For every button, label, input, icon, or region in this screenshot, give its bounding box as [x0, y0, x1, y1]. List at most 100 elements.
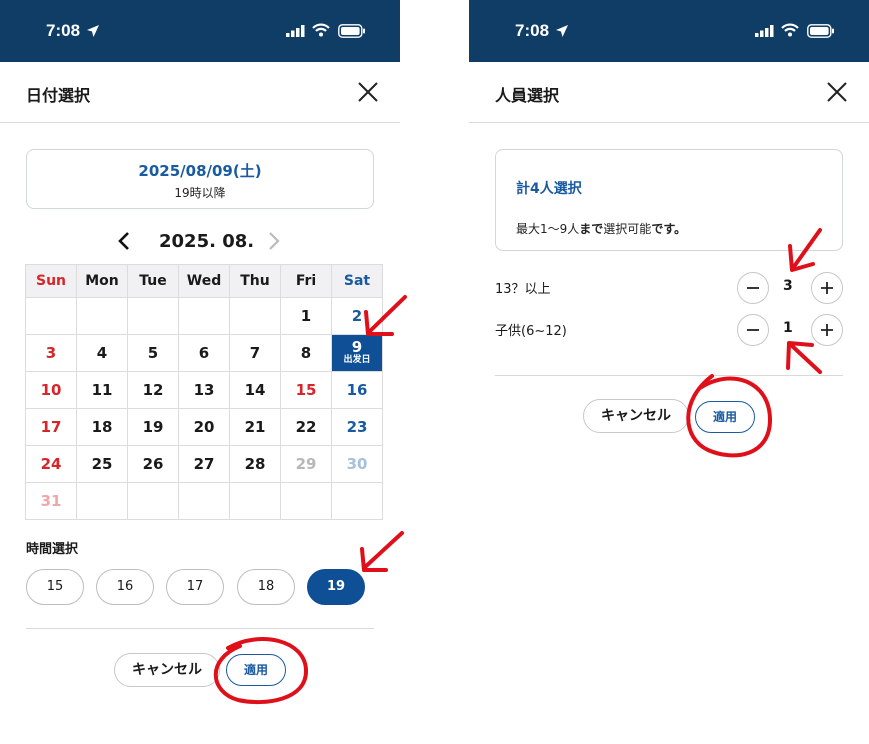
calendar-day[interactable]: 1 — [280, 297, 332, 335]
people-select-screen: 7:08 人員選択 計4人選択 最大1〜9人まで選択可能です。 13？以上 3 … — [469, 0, 869, 744]
close-icon[interactable] — [356, 80, 380, 104]
calendar-day — [127, 482, 179, 520]
chevron-right-icon[interactable] — [268, 232, 280, 250]
time-option-18[interactable]: 18 — [237, 569, 295, 605]
calendar-day[interactable]: 10 — [25, 371, 77, 409]
calendar-day[interactable]: 7 — [229, 334, 281, 372]
calendar-day[interactable]: 11 — [76, 371, 128, 409]
calendar-day[interactable]: 27 — [178, 445, 230, 483]
weekday-header: Sat — [331, 264, 383, 298]
cellular-signal-icon — [286, 25, 305, 37]
wifi-icon — [781, 23, 799, 37]
calendar-day[interactable]: 25 — [76, 445, 128, 483]
calendar-day — [25, 297, 77, 335]
calendar-day — [280, 482, 332, 520]
divider — [495, 375, 843, 376]
selected-date: 2025/08/09(土) — [138, 162, 262, 180]
selected-date-summary: 2025/08/09(土) 19時以降 — [26, 149, 374, 209]
status-bar: 7:08 — [0, 0, 400, 62]
calendar-day-selected[interactable]: 9 出发日 — [331, 334, 383, 372]
child-label: 子供(6~12) — [495, 324, 567, 339]
adult-count: 3 — [783, 278, 793, 294]
weekday-header: Fri — [280, 264, 332, 298]
calendar-day[interactable]: 24 — [25, 445, 77, 483]
time-options: 15 16 17 18 19 — [26, 569, 376, 605]
calendar-day[interactable]: 15 — [280, 371, 332, 409]
calendar-day — [76, 297, 128, 335]
note-part: 最大1〜9人 — [516, 222, 580, 236]
calendar-day[interactable]: 4 — [76, 334, 128, 372]
decrement-adult-button[interactable] — [737, 272, 769, 304]
time-select-label: 時間選択 — [26, 542, 79, 557]
wifi-icon — [312, 23, 330, 37]
calendar-day-disabled: 29 — [280, 445, 332, 483]
calendar-day — [178, 482, 230, 520]
weekday-header: Sun — [25, 264, 77, 298]
location-arrow-icon — [87, 25, 99, 37]
calendar-day[interactable]: 26 — [127, 445, 179, 483]
weekday-header: Wed — [178, 264, 230, 298]
calendar-day[interactable]: 8 — [280, 334, 332, 372]
battery-icon — [338, 24, 365, 38]
month-label: 2025. 08. — [159, 231, 255, 252]
divider — [26, 628, 374, 629]
calendar-day[interactable]: 21 — [229, 408, 281, 446]
calendar-day[interactable]: 20 — [178, 408, 230, 446]
calendar-day[interactable]: 28 — [229, 445, 281, 483]
calendar-day-disabled: 30 — [331, 445, 383, 483]
weekday-header: Thu — [229, 264, 281, 298]
page-title: 日付選択 — [26, 86, 91, 105]
note-part: まで — [579, 222, 604, 236]
calendar-day[interactable]: 19 — [127, 408, 179, 446]
calendar-day[interactable]: 5 — [127, 334, 179, 372]
close-icon[interactable] — [825, 80, 849, 104]
calendar-day[interactable]: 14 — [229, 371, 281, 409]
month-navigation: 2025. 08. — [26, 226, 374, 256]
calendar-day[interactable]: 16 — [331, 371, 383, 409]
calendar-day[interactable]: 18 — [76, 408, 128, 446]
apply-button[interactable]: 適用 — [695, 401, 755, 433]
calendar-day[interactable]: 3 — [25, 334, 77, 372]
time-option-19[interactable]: 19 — [307, 569, 365, 605]
date-select-screen: 7:08 日付選択 2025/08/09(土) 19時以降 2025. 08. … — [0, 0, 400, 744]
calendar-day[interactable]: 23 — [331, 408, 383, 446]
calendar-day[interactable]: 17 — [25, 408, 77, 446]
calendar-day — [229, 482, 281, 520]
status-time: 7:08 — [515, 21, 550, 40]
calendar-day[interactable]: 2 — [331, 297, 383, 335]
location-arrow-icon — [556, 25, 568, 37]
status-bar: 7:08 — [469, 0, 869, 62]
increment-child-button[interactable] — [811, 314, 843, 346]
calendar-day[interactable]: 6 — [178, 334, 230, 372]
adult-label: 13？以上 — [495, 282, 551, 297]
time-option-15[interactable]: 15 — [26, 569, 84, 605]
modal-header: 人員選択 — [469, 62, 869, 123]
chevron-left-icon[interactable] — [118, 232, 130, 250]
calendar-grid: Sun Mon Tue Wed Thu Fri Sat 1 2 3 4 5 6 … — [25, 264, 383, 520]
weekday-header: Mon — [76, 264, 128, 298]
apply-button[interactable]: 適用 — [226, 654, 286, 686]
minus-icon — [747, 329, 759, 331]
calendar-day — [76, 482, 128, 520]
cancel-button[interactable]: キャンセル — [583, 399, 689, 433]
weekday-header: Tue — [127, 264, 179, 298]
cellular-signal-icon — [755, 25, 774, 37]
calendar-day[interactable]: 13 — [178, 371, 230, 409]
modal-header: 日付選択 — [0, 62, 400, 123]
calendar-day — [331, 482, 383, 520]
decrement-child-button[interactable] — [737, 314, 769, 346]
max-people-note: 最大1〜9人まで選択可能です。 — [516, 220, 686, 237]
calendar-day — [127, 297, 179, 335]
calendar-day[interactable]: 12 — [127, 371, 179, 409]
time-option-16[interactable]: 16 — [96, 569, 154, 605]
increment-adult-button[interactable] — [811, 272, 843, 304]
cancel-button[interactable]: キャンセル — [114, 653, 220, 687]
calendar-day[interactable]: 22 — [280, 408, 332, 446]
note-part: です。 — [651, 222, 687, 236]
note-part: 選択可能 — [603, 222, 652, 236]
people-row-child: 子供(6~12) 1 — [495, 314, 845, 348]
calendar-day — [178, 297, 230, 335]
time-option-17[interactable]: 17 — [166, 569, 224, 605]
selected-time-note: 19時以降 — [174, 186, 226, 200]
status-time: 7:08 — [46, 21, 81, 40]
